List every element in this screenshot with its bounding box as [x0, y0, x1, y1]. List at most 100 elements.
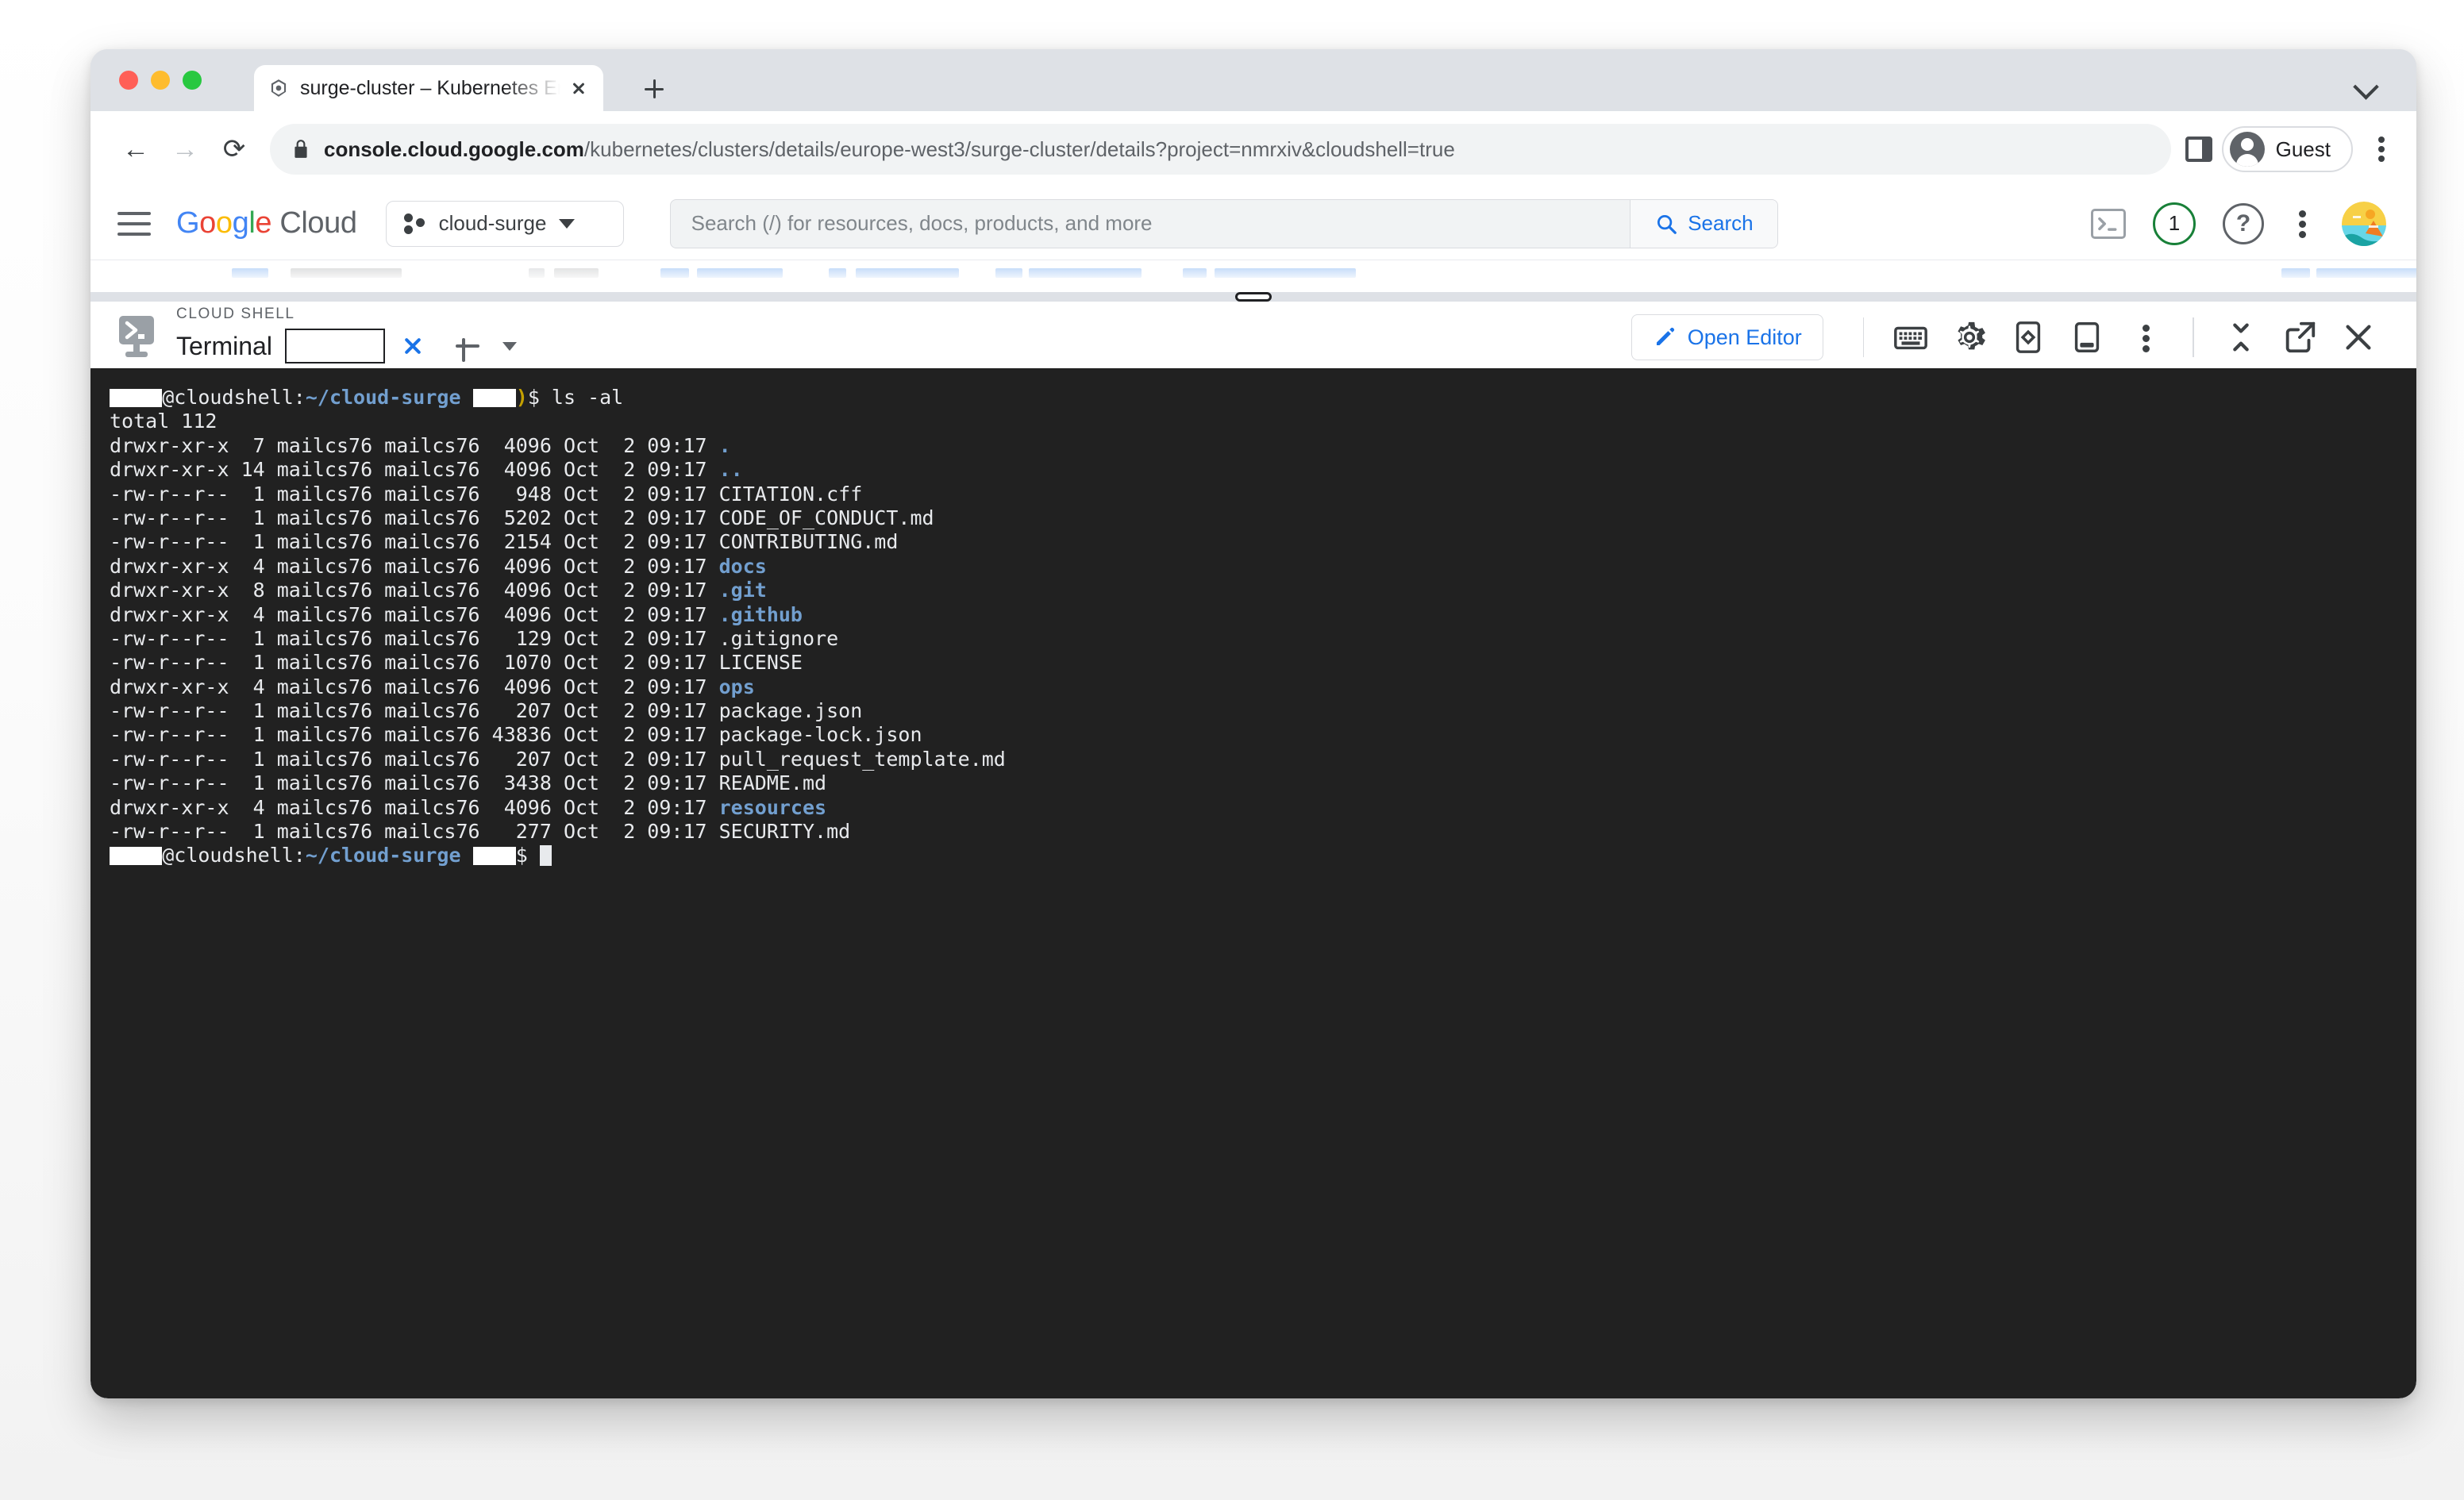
search-icon: [1657, 214, 1677, 234]
new-tab-button[interactable]: [638, 73, 670, 105]
cloud-shell-titles: CLOUD SHELL Terminal: [176, 306, 517, 379]
terminal-listing-row: drwxr-xr-x 4 mailcs76 mailcs76 4096 Oct …: [110, 554, 767, 578]
side-panel-icon[interactable]: [2185, 137, 2212, 162]
cloud-shell-terminal-icon[interactable]: [2091, 208, 2126, 239]
browser-toolbar: ← → ⟳ console.cloud.google.com/kubernete…: [90, 111, 2416, 187]
more-vert-icon[interactable]: [2127, 319, 2164, 356]
help-icon[interactable]: ?: [2223, 202, 2264, 244]
open-in-new-window-icon[interactable]: [2069, 319, 2105, 356]
console-search-bar[interactable]: Search (/) for resources, docs, products…: [669, 198, 1778, 248]
address-bar-url: console.cloud.google.com/kubernetes/clus…: [324, 137, 1455, 162]
browser-toolbar-actions: Guest: [2185, 126, 2396, 172]
cloud-shell-toolbar: CLOUD SHELL Terminal Open Editor: [90, 302, 2416, 379]
resize-handle[interactable]: [1235, 292, 1272, 302]
google-cloud-logo[interactable]: Google Cloud: [176, 206, 357, 240]
minimize-window-button[interactable]: [151, 71, 170, 90]
browser-window: surge-cluster – Kubernetes En ← → ⟳ cons…: [90, 49, 2416, 1398]
terminal-listing-row: drwxr-xr-x 4 mailcs76 mailcs76 4096 Oct …: [110, 795, 827, 819]
search-button[interactable]: Search: [1630, 199, 1777, 248]
redacted-text: [110, 389, 163, 407]
search-button-label: Search: [1688, 211, 1754, 235]
terminal-listing-row: -rw-r--r-- 1 mailcs76 mailcs76 129 Oct 2…: [110, 626, 839, 650]
terminal-listing-row: -rw-r--r-- 1 mailcs76 mailcs76 1070 Oct …: [110, 651, 803, 675]
close-icon[interactable]: [2340, 319, 2377, 356]
chevron-down-icon[interactable]: [502, 341, 517, 351]
terminal-listing-row: -rw-r--r-- 1 mailcs76 mailcs76 948 Oct 2…: [110, 482, 863, 506]
open-in-new-tab-icon[interactable]: [2281, 319, 2318, 356]
terminal-listing-row: -rw-r--r-- 1 mailcs76 mailcs76 277 Oct 2…: [110, 820, 851, 844]
keyboard-icon[interactable]: [1892, 319, 1929, 356]
profile-label: Guest: [2275, 137, 2331, 161]
close-icon[interactable]: [398, 331, 428, 361]
maximize-window-button[interactable]: [183, 71, 202, 90]
chevron-down-icon[interactable]: [2350, 68, 2381, 100]
terminal-cursor: [539, 845, 552, 867]
page-fade-overlay: [90, 260, 2416, 292]
chevron-down-icon: [559, 218, 576, 229]
window-traffic-lights: [119, 71, 202, 90]
redacted-text: [110, 847, 163, 866]
gke-page-content-behind: [90, 260, 2416, 292]
project-picker-label: cloud-surge: [438, 211, 547, 235]
project-icon: [403, 212, 426, 236]
browser-menu-icon[interactable]: [2369, 132, 2396, 167]
address-bar[interactable]: console.cloud.google.com/kubernetes/clus…: [270, 124, 2171, 175]
profile-chip[interactable]: Guest: [2221, 126, 2353, 172]
terminal-listing-row: drwxr-xr-x 8 mailcs76 mailcs76 4096 Oct …: [110, 579, 767, 602]
console-header-actions: 1 ?: [2091, 201, 2393, 246]
back-arrow-icon[interactable]: ←: [111, 125, 160, 174]
guest-avatar-icon: [2229, 132, 2265, 167]
url-domain: console.cloud.google.com: [324, 137, 584, 161]
cloud-shell-logo-icon: [119, 316, 154, 357]
close-window-button[interactable]: [119, 71, 138, 90]
terminal-prompt-line: @cloudshell:~/cloud-surge )$ ls -al: [110, 386, 2416, 410]
terminal-listing-row: -rw-r--r-- 1 mailcs76 mailcs76 2154 Oct …: [110, 530, 899, 554]
browser-tab[interactable]: surge-cluster – Kubernetes En: [254, 65, 603, 111]
notifications-count: 1: [2168, 211, 2181, 235]
project-picker[interactable]: cloud-surge: [385, 200, 624, 247]
user-avatar-icon[interactable]: [2342, 201, 2386, 246]
terminal-listing-row: -rw-r--r-- 1 mailcs76 mailcs76 5202 Oct …: [110, 506, 934, 529]
forward-arrow-icon[interactable]: →: [160, 125, 210, 174]
browser-tab-title: surge-cluster – Kubernetes En: [300, 76, 560, 99]
terminal-tab-name-redacted[interactable]: [284, 329, 385, 379]
web-preview-icon[interactable]: [2010, 319, 2046, 356]
cloud-shell-tabs: Terminal: [176, 329, 517, 379]
minimize-icon[interactable]: [2223, 319, 2259, 356]
cloud-shell-brand: CLOUD SHELL Terminal: [90, 306, 517, 379]
terminal-surface[interactable]: @cloudshell:~/cloud-surge )$ ls -al total…: [90, 368, 2416, 1398]
terminal-prompt-line: @cloudshell:~/cloud-surge $: [110, 844, 2416, 867]
terminal-tab-label[interactable]: Terminal: [176, 332, 272, 361]
redacted-text: [472, 389, 516, 407]
browser-tab-strip: surge-cluster – Kubernetes En: [90, 49, 2416, 111]
terminal-output: @cloudshell:~/cloud-surge )$ ls -al total…: [110, 386, 2416, 868]
terminal-listing-row: drwxr-xr-x 4 mailcs76 mailcs76 4096 Oct …: [110, 675, 755, 698]
plus-icon[interactable]: [452, 330, 483, 362]
hamburger-icon[interactable]: [117, 210, 151, 237]
redacted-text: [472, 847, 516, 866]
terminal-listing-row: drwxr-xr-x 14 mailcs76 mailcs76 4096 Oct…: [110, 458, 743, 482]
open-editor-button[interactable]: Open Editor: [1630, 314, 1823, 360]
reload-icon[interactable]: ⟳: [210, 125, 259, 174]
lock-icon: [295, 140, 307, 158]
terminal-listing-row: -rw-r--r-- 1 mailcs76 mailcs76 207 Oct 2…: [110, 747, 1006, 771]
toolbar-divider: [2193, 317, 2194, 357]
terminal-listing-row: -rw-r--r-- 1 mailcs76 mailcs76 207 Oct 2…: [110, 699, 863, 723]
gear-icon[interactable]: [1951, 319, 1988, 356]
more-vert-icon[interactable]: [2291, 206, 2315, 241]
notifications-badge[interactable]: 1: [2153, 202, 2196, 245]
cloud-shell-eyebrow: CLOUD SHELL: [176, 306, 295, 322]
terminal-total-line: total 112: [110, 410, 218, 433]
url-path: /kubernetes/clusters/details/europe-west…: [583, 137, 1455, 161]
help-glyph: ?: [2235, 210, 2251, 237]
cloud-shell-toolbar-actions: Open Editor: [1630, 314, 2416, 368]
search-input[interactable]: Search (/) for resources, docs, products…: [671, 211, 1630, 236]
toolbar-divider: [1862, 317, 1865, 357]
cloud-shell-panel: CLOUD SHELL Terminal Open Editor @clouds…: [90, 292, 2416, 1398]
terminal-listing-row: -rw-r--r-- 1 mailcs76 mailcs76 43836 Oct…: [110, 723, 922, 747]
close-icon[interactable]: [565, 75, 592, 102]
terminal-listing-row: -rw-r--r-- 1 mailcs76 mailcs76 3438 Oct …: [110, 771, 827, 795]
terminal-listing-row: drwxr-xr-x 7 mailcs76 mailcs76 4096 Oct …: [110, 433, 731, 457]
open-editor-label: Open Editor: [1687, 325, 1802, 349]
google-cloud-header: Google Cloud cloud-surge Search (/) for …: [90, 187, 2416, 260]
